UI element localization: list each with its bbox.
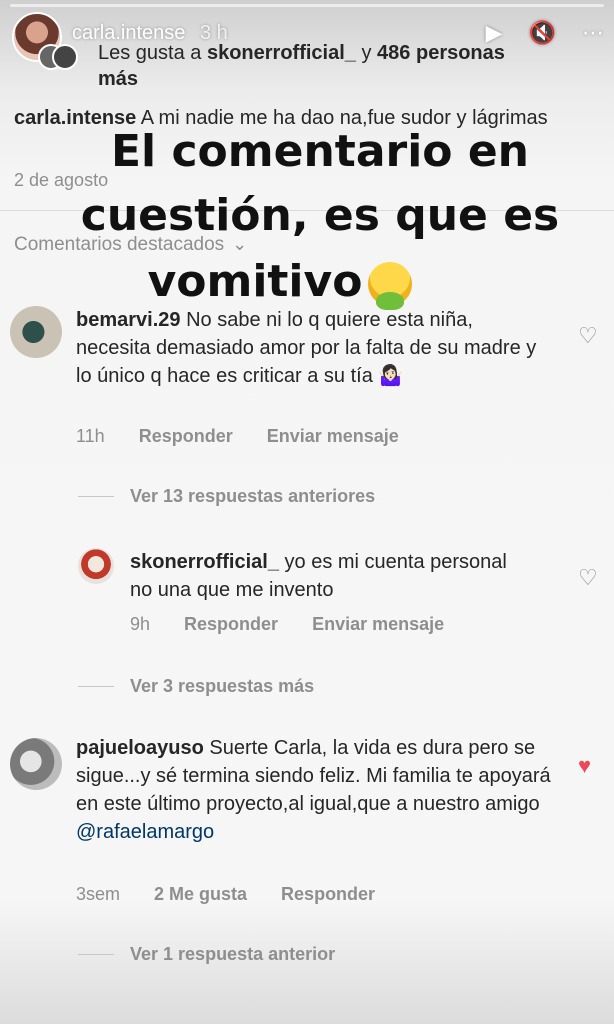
- comment-username[interactable]: skonerrofficial_: [130, 551, 279, 573]
- likes-count[interactable]: 2 Me gusta: [154, 884, 247, 905]
- comment-time: 3sem: [76, 884, 121, 904]
- view-previous-reply[interactable]: Ver 1 respuesta anterior: [78, 944, 335, 965]
- like-heart-icon[interactable]: ♡: [578, 325, 600, 347]
- divider: [78, 954, 114, 955]
- comment-text: skonerrofficial_ yo es mi cuenta persona…: [130, 551, 507, 601]
- commenter-avatar[interactable]: [78, 548, 114, 584]
- commenter-avatar[interactable]: [10, 306, 62, 358]
- comment-username[interactable]: bemarvi.29: [76, 309, 181, 331]
- like-heart-icon[interactable]: ♡: [578, 567, 600, 589]
- send-message-button[interactable]: Enviar mensaje: [267, 426, 399, 447]
- view-more-replies[interactable]: Ver 3 respuestas más: [78, 676, 314, 697]
- comment-meta: 3sem 2 Me gusta Responder: [76, 884, 375, 905]
- reply-button[interactable]: Responder: [184, 614, 278, 635]
- comment-item: pajueloayuso Suerte Carla, la vida es du…: [0, 734, 614, 914]
- likes-row: Les gusta a skonerrofficial_ y 486 perso…: [14, 40, 604, 92]
- send-message-button[interactable]: Enviar mensaje: [312, 614, 444, 635]
- divider: [78, 686, 114, 687]
- comment-meta: 9h Responder Enviar mensaje: [130, 614, 444, 635]
- vomit-emoji-icon: [368, 262, 413, 310]
- likes-avatars: [14, 44, 78, 70]
- comment-text: bemarvi.29 No sabe ni lo q quiere esta n…: [76, 309, 537, 387]
- comment-time: 11h: [76, 426, 105, 446]
- commenter-avatar[interactable]: [10, 738, 62, 790]
- comment-time: 9h: [130, 614, 151, 634]
- comment-username[interactable]: pajueloayuso: [76, 737, 204, 759]
- mention-link[interactable]: @rafaelamargo: [76, 821, 214, 843]
- overlay-line-1: El comentario en: [111, 126, 529, 177]
- likes-summary[interactable]: Les gusta a skonerrofficial_ y 486 perso…: [98, 40, 604, 92]
- reply-button[interactable]: Responder: [281, 884, 375, 905]
- reply-button[interactable]: Responder: [139, 426, 233, 447]
- overlay-line-3: vomitivo: [70, 256, 490, 310]
- comment-meta: 11h Responder Enviar mensaje: [76, 426, 399, 447]
- divider: [78, 496, 114, 497]
- comment-item: bemarvi.29 No sabe ni lo q quiere esta n…: [0, 302, 614, 462]
- comment-text: pajueloayuso Suerte Carla, la vida es du…: [76, 737, 551, 843]
- liked-heart-icon[interactable]: ♥: [578, 755, 600, 777]
- view-previous-replies[interactable]: Ver 13 respuestas anteriores: [78, 486, 375, 507]
- reply-item: skonerrofficial_ yo es mi cuenta persona…: [0, 544, 614, 644]
- story-progress-bar: [10, 4, 604, 7]
- overlay-line-2: cuestión, es que es: [80, 190, 560, 241]
